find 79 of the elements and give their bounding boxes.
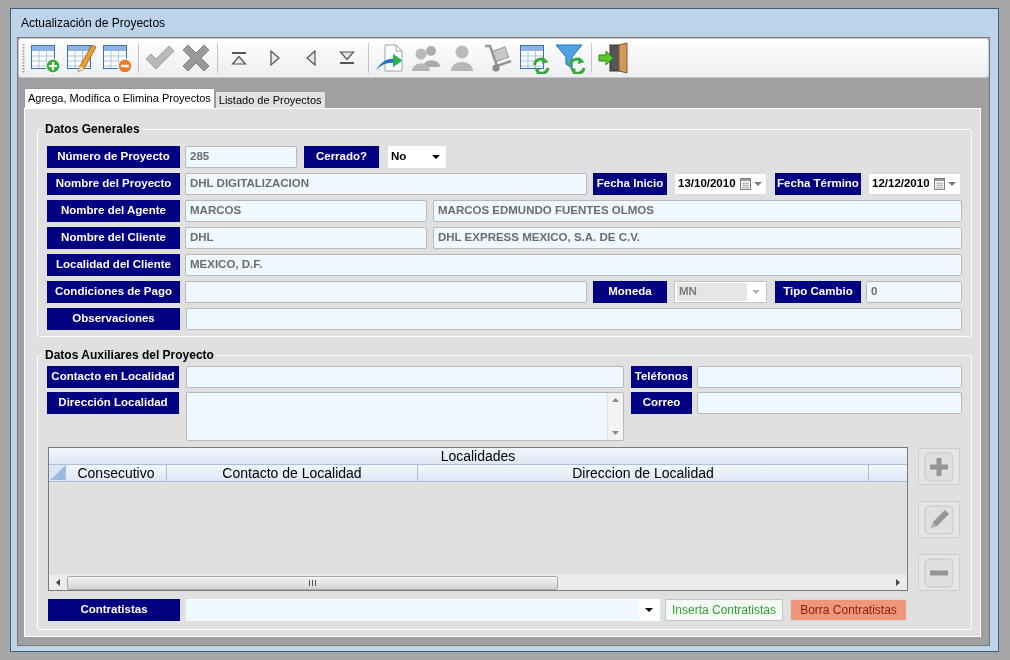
- field-label: Nombre del Agente: [47, 200, 180, 222]
- field-label: Correo: [631, 392, 692, 414]
- field-label: Moneda: [593, 281, 667, 303]
- insert-button[interactable]: Inserta Contratistas: [665, 599, 783, 621]
- field-label: Fecha Inicio: [593, 173, 667, 195]
- caret-icon: [645, 608, 653, 612]
- column-header[interactable]: Contacto de Localidad: [167, 465, 418, 481]
- window-title: Actualización de Proyectos: [21, 15, 166, 32]
- field-label: Condiciones de Pago: [47, 281, 180, 303]
- calendar-icon: [740, 178, 751, 190]
- table-plus-icon: [29, 42, 61, 74]
- date-field[interactable]: 13/10/2010: [674, 173, 767, 195]
- text-area[interactable]: [186, 392, 624, 441]
- toolbar-button[interactable]: [595, 41, 631, 75]
- text-field[interactable]: DHL: [185, 227, 427, 249]
- caret-icon: [948, 182, 956, 186]
- scrollbar-thumb[interactable]: [67, 575, 558, 590]
- pencil-icon: [924, 504, 954, 535]
- tab[interactable]: Agrega, Modifica o Elimina Proyectos: [24, 88, 215, 108]
- grip-icon[interactable]: [22, 43, 25, 73]
- hand-truck-icon: [482, 42, 514, 74]
- right-arrow-icon[interactable]: [896, 579, 900, 586]
- field-label: Dirección Localidad: [47, 392, 179, 414]
- text-field[interactable]: [697, 366, 962, 388]
- date-field[interactable]: 12/12/2010: [868, 173, 961, 195]
- triangle-left-icon: [306, 50, 316, 66]
- column-header[interactable]: Consecutivo: [66, 465, 167, 481]
- door-arrow-icon: [597, 42, 629, 74]
- field-label: Nombre del Proyecto: [47, 173, 180, 195]
- text-field[interactable]: MARCOS: [185, 200, 427, 222]
- calendar-icon: [934, 178, 945, 190]
- group-title: Datos Generales: [44, 121, 141, 138]
- column-header[interactable]: Direccion de Localidad: [418, 465, 869, 481]
- document-arrow-icon: [374, 42, 406, 74]
- delete-button[interactable]: Borra Contratistas: [790, 599, 907, 621]
- cross-icon: [180, 42, 212, 74]
- field-label: Fecha Término: [775, 173, 861, 195]
- text-field[interactable]: MARCOS EDMUNDO FUENTES OLMOS: [433, 200, 962, 222]
- text-field[interactable]: [697, 392, 962, 414]
- grip-icon: [309, 579, 316, 586]
- table-pencil-icon: [65, 42, 97, 74]
- text-field[interactable]: [186, 366, 624, 388]
- field-label: Cerrado?: [304, 146, 379, 168]
- group-title: Datos Auxiliares del Proyecto: [44, 347, 215, 364]
- caret-icon: [752, 290, 760, 294]
- triangle-right-icon: [270, 50, 280, 66]
- dropdown[interactable]: No: [388, 146, 446, 168]
- left-arrow-icon[interactable]: [56, 579, 60, 586]
- text-field[interactable]: 285: [185, 146, 297, 168]
- triangle-up-bar-icon: [231, 51, 247, 65]
- field-label: Localidad del Cliente: [47, 254, 180, 276]
- text-field[interactable]: DHL EXPRESS MEXICO, S.A. DE C.V.: [433, 227, 962, 249]
- text-field[interactable]: 0: [866, 281, 962, 303]
- tab[interactable]: Listado de Proyectos: [214, 91, 326, 108]
- funnel-refresh-icon: [554, 42, 586, 74]
- field-label: Número de Proyecto: [47, 146, 180, 168]
- scrollbar[interactable]: [49, 574, 907, 590]
- text-field[interactable]: MEXICO, D.F.: [185, 254, 962, 276]
- text-field[interactable]: [186, 308, 962, 330]
- down-arrow-icon[interactable]: [612, 431, 619, 435]
- table-refresh-icon: [518, 42, 550, 74]
- field-label: Teléfonos: [631, 366, 692, 388]
- scrollbar[interactable]: [607, 393, 623, 440]
- field-label: Contacto en Localidad: [47, 366, 179, 388]
- table-minus-icon: [101, 42, 133, 74]
- field-label: Observaciones: [47, 308, 180, 330]
- triangle-down-bar-icon: [339, 51, 355, 65]
- field-label: Tipo Cambio: [775, 281, 861, 303]
- table-title: Localidades: [49, 448, 907, 465]
- minus-icon: [924, 557, 954, 588]
- up-arrow-icon[interactable]: [612, 398, 619, 402]
- field-label: Contratistas: [48, 599, 180, 621]
- plus-icon: [924, 451, 954, 482]
- text-field[interactable]: [185, 281, 587, 303]
- field-label: Nombre del Cliente: [47, 227, 180, 249]
- text-field[interactable]: DHL DIGITALIZACION: [185, 173, 587, 195]
- caret-icon: [754, 182, 762, 186]
- corner-triangle-icon[interactable]: [49, 465, 66, 481]
- caret-icon: [432, 155, 440, 159]
